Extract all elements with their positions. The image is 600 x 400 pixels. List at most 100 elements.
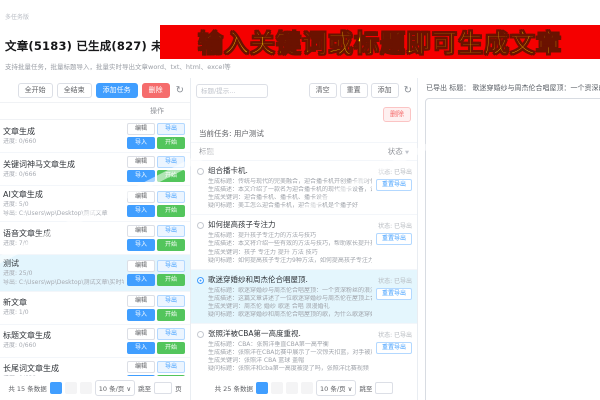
- page-button[interactable]: [286, 382, 299, 394]
- task-row[interactable]: 长尾词文章生成 进度: 0/628 编辑 导出 导入 开始: [0, 358, 190, 376]
- edit-button[interactable]: 编辑: [127, 123, 155, 135]
- radio-button[interactable]: [197, 222, 204, 230]
- export-button[interactable]: 导出: [157, 225, 185, 238]
- task-row-buttons: 编辑 导出 导入 开始: [127, 294, 185, 321]
- task-title: 标题文章生成: [3, 331, 51, 341]
- task-row[interactable]: 语音文章生成 进度: 7/0 编辑 导出 导入 开始: [0, 222, 190, 256]
- title-toolbar-row2: 删除: [191, 101, 417, 125]
- status-column-header[interactable]: 状态 ▼: [388, 146, 409, 157]
- per-page-select[interactable]: 10 条/页 ∨: [94, 380, 136, 396]
- jump-label: 跳至: [359, 385, 373, 393]
- title-list-panel: 清空 重置 添加 ↻ 删除 当前任务: 用户测试 标题 状态 ▼ 组合播卡机. …: [191, 78, 418, 400]
- page-button[interactable]: [301, 382, 314, 394]
- task-progress: 进度: 25/0: [3, 270, 33, 278]
- detail-line: 生成关键词：周杰伦 婚纱 歌迷 合唱 浪漫婚礼: [208, 302, 330, 310]
- task-rows: 文章生成 进度: 0/660 编辑 导出 导入 开始 关键词神马文章生成 进度:…: [0, 120, 190, 376]
- title-toolbar: 清空 重置 添加 ↻: [191, 78, 417, 101]
- title-row[interactable]: 组合播卡机. 生成标题：传统与现代的完美融合，迎合播卡机开创播卡新时代 生成描述：…: [191, 161, 417, 216]
- reset-button[interactable]: 重置: [339, 83, 368, 98]
- title-text: 张照洋被CBA第一高度重视.: [208, 329, 301, 339]
- page-button[interactable]: [49, 382, 62, 394]
- import-button[interactable]: 导入: [127, 204, 155, 217]
- title-detail-lines: 生成标题：传统与现代的完美融合，迎合播卡机开创播卡新时代 生成描述：本文介绍了一款…: [208, 178, 372, 210]
- edit-button[interactable]: 编辑: [127, 260, 155, 273]
- edit-button[interactable]: 编辑: [127, 294, 155, 307]
- task-progress: 进度: 0/666: [3, 170, 37, 178]
- title-pagination: 共 25 条数据 10 条/页 ∨ 跳至: [191, 376, 417, 400]
- export-button[interactable]: 导出: [157, 190, 185, 203]
- radio-button[interactable]: [197, 276, 204, 284]
- task-row[interactable]: 测试 进度: 25/0 导出: C:\Users\wp\Desktop\测试文章…: [0, 255, 190, 292]
- export-button[interactable]: 导出: [157, 156, 185, 168]
- reset-export-button[interactable]: 重置导出: [376, 233, 412, 246]
- task-export-path: 导出: C:\Users\wp\Desktop\测试文章: [3, 209, 108, 217]
- import-button[interactable]: 导入: [127, 170, 155, 182]
- edit-button[interactable]: 编辑: [127, 327, 155, 340]
- export-button[interactable]: 导出: [157, 360, 185, 373]
- detail-line: 生成关键词：迎合播卡机、播卡机、播卡设备: [208, 194, 329, 202]
- add-title-button[interactable]: 添加: [370, 83, 399, 98]
- feature-subtitle: 支持批量任务，批量标题导入，批量实时导出文章word、txt、html、exce…: [5, 63, 231, 71]
- task-row[interactable]: 新文章 进度: 1/0 编辑 导出 导入 开始: [0, 292, 190, 325]
- start-button[interactable]: 开始: [157, 137, 185, 149]
- task-row[interactable]: 关键词神马文章生成 进度: 0/666 编辑 导出 导入 开始: [0, 153, 190, 186]
- export-button[interactable]: 导出: [157, 260, 185, 273]
- export-button[interactable]: 导出: [157, 327, 185, 340]
- chevron-down-icon: ∨: [126, 385, 132, 393]
- detail-line: 生成描述：本文介绍了一款名为迎合播卡机的现代播卡设备，讲述该设备的特点和优势，并…: [208, 186, 372, 194]
- title-row[interactable]: 张照洋被CBA第一高度重视. 生成标题：CBA：张照洋垂直CBA第一高平衡 生成描…: [191, 324, 417, 376]
- import-button[interactable]: 导入: [127, 239, 155, 252]
- start-button[interactable]: 开始: [157, 204, 185, 217]
- edit-button[interactable]: 编辑: [127, 225, 155, 238]
- add-task-button[interactable]: 添加任务: [95, 83, 138, 98]
- title-row-side: 状态: 已导出 重置导出: [376, 274, 412, 319]
- title-row[interactable]: 歌迷穿婚纱和周杰伦合唱屋顶. 生成标题：歌迷穿婚纱与周杰伦合唱屋顶：一个资深粉丝…: [191, 269, 417, 325]
- import-button[interactable]: 导入: [127, 137, 155, 149]
- task-row[interactable]: 标题文章生成 进度: 0/660 编辑 导出 导入 开始: [0, 325, 190, 358]
- title-row[interactable]: 如何提高孩子专注力 生成标题：提升孩子专注力的方法与技巧 生成描述：本文将介绍一些…: [191, 215, 417, 270]
- edit-button[interactable]: 编辑: [127, 156, 155, 168]
- page-button[interactable]: [256, 382, 269, 394]
- jump-page-input[interactable]: [154, 382, 173, 394]
- delete-title-button[interactable]: 删除: [383, 107, 411, 122]
- page-button[interactable]: [79, 382, 92, 394]
- task-row[interactable]: 文章生成 进度: 0/660 编辑 导出 导入 开始: [0, 120, 190, 153]
- jump-page-input[interactable]: [375, 382, 394, 394]
- page-button[interactable]: [271, 382, 284, 394]
- export-button[interactable]: 导出: [157, 123, 185, 135]
- import-button[interactable]: 导入: [127, 274, 155, 287]
- status-badge: 状态: 已导出: [378, 169, 412, 176]
- reset-export-button[interactable]: 重置导出: [376, 287, 412, 300]
- start-button[interactable]: 开始: [157, 274, 185, 287]
- radio-button[interactable]: [197, 168, 204, 175]
- start-button[interactable]: 开始: [157, 170, 185, 182]
- title-text: 组合播卡机.: [208, 166, 248, 175]
- clear-button[interactable]: 清空: [308, 83, 337, 98]
- start-all-button[interactable]: 全开始: [17, 83, 53, 98]
- detail-line: 生成标题：歌迷穿婚纱与周杰伦合唱屋顶：一个资深粉丝的浪漫故事: [208, 286, 372, 294]
- task-row-buttons: 编辑 导出 导入 开始: [127, 225, 185, 252]
- radio-button[interactable]: [197, 331, 204, 339]
- task-progress: 进度: 1/0: [3, 309, 29, 317]
- reset-export-button[interactable]: 重置导出: [376, 179, 412, 191]
- end-all-button[interactable]: 全结束: [56, 83, 92, 98]
- import-button[interactable]: 导入: [127, 341, 155, 354]
- start-button[interactable]: 开始: [157, 239, 185, 252]
- title-search-input[interactable]: [196, 83, 268, 98]
- reset-export-button[interactable]: 重置导出: [376, 342, 412, 355]
- export-button[interactable]: 导出: [157, 294, 185, 307]
- start-button[interactable]: 开始: [157, 308, 185, 321]
- task-progress: 进度: 0/660: [3, 137, 37, 145]
- page-button[interactable]: [64, 382, 77, 394]
- refresh-icon[interactable]: ↻: [176, 85, 184, 96]
- jump-label: 跳至: [138, 385, 152, 393]
- delete-task-button[interactable]: 删除: [141, 83, 170, 98]
- import-button[interactable]: 导入: [127, 308, 155, 321]
- filter-icon[interactable]: ▼: [405, 150, 409, 156]
- start-button[interactable]: 开始: [157, 341, 185, 354]
- edit-button[interactable]: 编辑: [127, 190, 155, 203]
- refresh-icon[interactable]: ↻: [404, 85, 412, 96]
- edit-button[interactable]: 编辑: [127, 360, 155, 373]
- task-row[interactable]: AI文章生成 进度: 5/0 导出: C:\Users\wp\Desktop\测…: [0, 186, 190, 223]
- per-page-select[interactable]: 10 条/页 ∨: [316, 380, 357, 396]
